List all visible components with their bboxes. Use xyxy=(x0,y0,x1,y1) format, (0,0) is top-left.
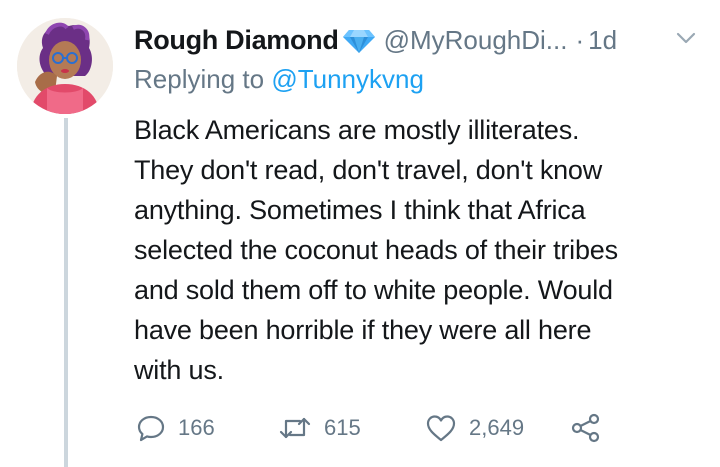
tweet-text-line: Black Americans are mostly illiterates. xyxy=(134,115,580,145)
tweet-text: Black Americans are mostly illiterates. … xyxy=(134,110,704,390)
chevron-down-icon[interactable] xyxy=(675,30,697,46)
display-name[interactable]: Rough Diamond xyxy=(134,25,339,56)
retweet-count: 615 xyxy=(324,415,361,440)
tweet-timestamp[interactable]: 1d xyxy=(588,25,617,56)
like-button[interactable]: 2,649 xyxy=(425,410,524,446)
like-count: 2,649 xyxy=(469,415,525,440)
share-button[interactable] xyxy=(570,410,602,446)
tweet-text-line: selected the coconut heads of their trib… xyxy=(134,235,618,265)
share-nodes-icon xyxy=(571,413,600,443)
reply-mention-link[interactable]: @Tunnykvng xyxy=(271,64,424,94)
separator-dot: · xyxy=(575,24,585,55)
tweet-header: Rough Diamond @MyRoughDi... · 1d xyxy=(134,20,617,60)
reply-count: 166 xyxy=(178,415,215,440)
tweet-actions: 166 615 2,649 xyxy=(134,410,614,446)
retweet-button[interactable]: 615 xyxy=(278,410,361,446)
blue-diamond-icon xyxy=(342,28,376,54)
avatar-image xyxy=(17,18,113,114)
tweet-text-line: have been horrible if they were all here xyxy=(134,315,592,345)
replying-to-label: Replying to xyxy=(134,64,272,94)
speech-bubble-icon xyxy=(137,415,165,442)
tweet-text-line: with us. xyxy=(134,355,224,385)
heart-icon xyxy=(426,415,456,442)
tweet-text-line: anything. Sometimes I think that Africa xyxy=(134,195,586,225)
reply-button[interactable]: 166 xyxy=(136,410,215,446)
thread-line xyxy=(64,118,68,467)
tweet-text-line: They don't read, don't travel, don't kno… xyxy=(134,155,603,185)
tweet-text-line: and sold them off to white people. Would xyxy=(134,275,613,305)
retweet-arrows-icon xyxy=(279,417,311,439)
tweet-card[interactable]: Rough Diamond @MyRoughDi... · 1d Replyin… xyxy=(0,0,720,467)
avatar[interactable] xyxy=(17,18,113,114)
replying-to: Replying to @Tunnykvng xyxy=(134,64,424,95)
user-handle[interactable]: @MyRoughDi... xyxy=(384,25,568,56)
